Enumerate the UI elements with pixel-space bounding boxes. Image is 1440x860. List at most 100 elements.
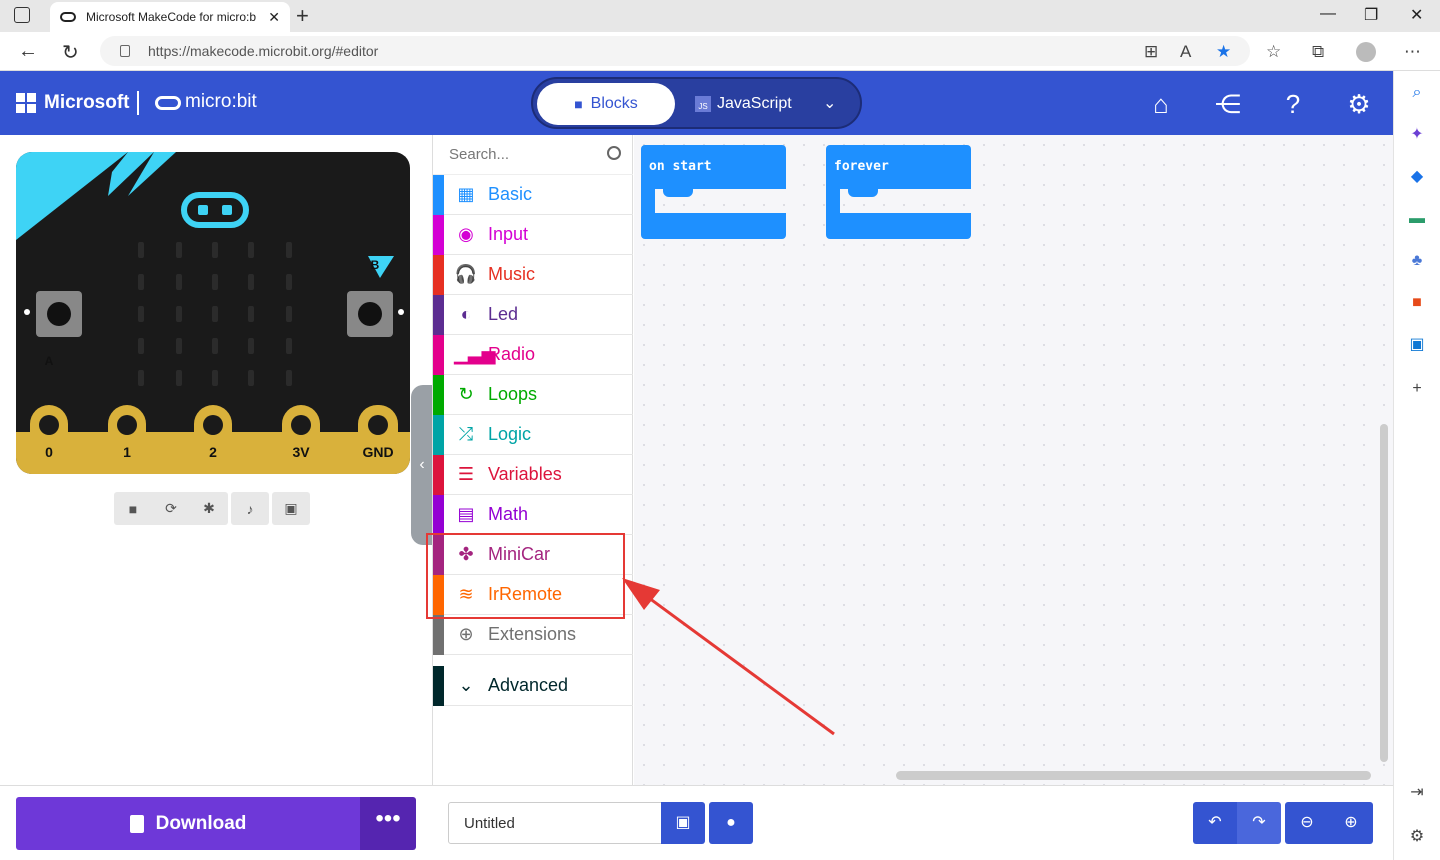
chevron-down-icon: ⌄ [458, 675, 474, 695]
collapse-simulator-button[interactable]: ‹ [411, 385, 433, 545]
download-button[interactable]: Download [16, 797, 360, 850]
address-bar-row: ← ↻ https://makecode.microbit.org/#edito… [0, 32, 1440, 71]
category-loops[interactable]: ↻ Loops [433, 374, 633, 415]
games-icon[interactable]: ♣ [1407, 251, 1427, 271]
download-more-button[interactable]: ••• [360, 797, 416, 850]
browser-tab[interactable]: Microsoft MakeCode for micro:b ✕ [50, 2, 290, 32]
simulator-panel: A B 0 1 2 3V GND ■ ⟳ ✱ ♪ ▣ [0, 135, 432, 785]
search-icon [607, 146, 621, 160]
fullscreen-icon[interactable]: ▣ [272, 500, 310, 517]
outlook-icon[interactable]: ▣ [1407, 335, 1427, 355]
puzzle-piece-icon: ■ [574, 96, 583, 112]
tools-icon[interactable]: ▬ [1407, 209, 1427, 229]
category-math[interactable]: ▤ Math [433, 494, 633, 535]
close-window-button[interactable]: ✕ [1410, 5, 1423, 25]
project-name-input[interactable]: Untitled [448, 802, 662, 844]
save-button[interactable]: ▣ [661, 802, 705, 844]
minus-icon: ⊖ [1300, 814, 1314, 831]
annotation-arrow [622, 578, 835, 736]
settings-gear-icon[interactable]: ⚙ [1344, 89, 1374, 119]
sound-icon[interactable]: ♪ [231, 501, 269, 517]
block-label: on start [641, 145, 786, 189]
fullscreen-control: ▣ [272, 492, 310, 525]
download-label: Download [155, 812, 247, 834]
category-logic[interactable]: ⤮ Logic [433, 414, 633, 455]
sidebar-settings-icon[interactable]: ⚙ [1407, 827, 1427, 847]
chevron-down-icon[interactable]: ⌄ [823, 93, 836, 113]
add-sidebar-app-icon[interactable]: + [1407, 379, 1427, 399]
profile-avatar[interactable] [1356, 42, 1376, 62]
zoom-in-button[interactable]: ⊕ [1329, 802, 1373, 844]
pin-gnd[interactable]: GND [358, 405, 398, 474]
category-basic[interactable]: ▦ Basic [433, 174, 633, 215]
stop-icon[interactable]: ■ [114, 501, 152, 517]
vertical-scrollbar[interactable] [1380, 424, 1388, 762]
refresh-icon[interactable]: ↻ [62, 40, 79, 65]
pin-2[interactable]: 2 [194, 405, 232, 474]
search-icon[interactable]: ⌕ [1407, 83, 1427, 103]
list-icon: ☰ [457, 464, 475, 484]
javascript-tab-label: JavaScript [717, 95, 792, 112]
pin-3v[interactable]: 3V [282, 405, 320, 474]
category-music[interactable]: 🎧 Music [433, 254, 633, 295]
microbit-logo-icon [155, 96, 181, 110]
back-arrow-icon[interactable]: ← [18, 40, 38, 63]
restore-button[interactable]: ❐ [1364, 5, 1378, 25]
button-b-label: B [370, 258, 380, 272]
category-label: Led [488, 304, 519, 324]
new-tab-button[interactable]: + [296, 3, 309, 29]
help-icon[interactable]: ? [1278, 89, 1308, 119]
github-button[interactable]: ● [709, 802, 753, 844]
on-start-block[interactable]: on start [641, 145, 786, 239]
tab-close-icon[interactable]: ✕ [268, 9, 280, 26]
favorite-star-icon[interactable]: ★ [1216, 42, 1231, 62]
sim-controls-group: ■ ⟳ ✱ [114, 492, 228, 525]
restart-icon[interactable]: ⟳ [152, 500, 190, 517]
category-label: Math [488, 504, 529, 524]
javascript-tab[interactable]: JS JavaScript [695, 83, 792, 125]
forever-block[interactable]: forever [826, 145, 971, 239]
save-disk-icon: ▣ [675, 814, 691, 831]
lock-icon [120, 45, 130, 57]
pin-1[interactable]: 1 [108, 405, 146, 474]
redo-button[interactable]: ↷ [1237, 802, 1281, 844]
undo-icon: ↶ [1208, 814, 1222, 831]
category-label: Variables [488, 464, 562, 484]
toolbox-search-input[interactable]: Search... [433, 135, 633, 175]
plus-circle-icon: ⊕ [458, 624, 474, 644]
minimize-button[interactable]: — [1320, 5, 1336, 23]
debug-bug-icon[interactable]: ✱ [190, 500, 228, 517]
category-led[interactable]: ◐ Led [433, 294, 633, 335]
microsoft-brand[interactable]: Microsoft [44, 92, 130, 114]
undo-button[interactable]: ↶ [1193, 802, 1237, 844]
category-radio[interactable]: ▁▃▅ Radio [433, 334, 633, 375]
more-menu-icon[interactable]: ⋯ [1404, 42, 1421, 62]
zoom-out-button[interactable]: ⊖ [1285, 802, 1329, 844]
shopping-tag-icon[interactable]: ◆ [1407, 167, 1427, 187]
category-label: Input [488, 224, 529, 244]
collections-icon[interactable]: ⧉ [1312, 42, 1324, 62]
tab-actions-icon[interactable] [14, 7, 30, 23]
copilot-sparkle-icon[interactable]: ✦ [1407, 125, 1427, 145]
github-icon: ● [726, 814, 736, 831]
apps-icon[interactable]: ⊞ [1144, 42, 1158, 62]
calculator-icon: ▤ [457, 504, 475, 524]
share-icon[interactable]: ⋲ [1213, 89, 1243, 119]
home-icon[interactable]: ⌂ [1146, 89, 1176, 119]
button-a[interactable] [36, 291, 82, 337]
read-aloud-icon[interactable]: A [1180, 42, 1191, 62]
category-label: Logic [488, 424, 532, 444]
pin-0[interactable]: 0 [30, 405, 68, 474]
url-field[interactable]: https://makecode.microbit.org/#editor [100, 36, 1250, 66]
makecode-favicon-icon [60, 12, 76, 22]
microbit-brand[interactable]: micro:bit [185, 91, 257, 113]
loop-arrow-icon: ↻ [458, 384, 474, 404]
horizontal-scrollbar[interactable] [896, 771, 1371, 780]
category-input[interactable]: ◉ Input [433, 214, 633, 255]
favorites-icon[interactable]: ☆ [1266, 42, 1281, 62]
blocks-tab[interactable]: ■ Blocks [537, 83, 675, 125]
office-icon[interactable]: ■ [1407, 293, 1427, 313]
button-b[interactable] [347, 291, 393, 337]
category-variables[interactable]: ☰ Variables [433, 454, 633, 495]
hide-sidebar-icon[interactable]: ⇥ [1407, 783, 1427, 803]
